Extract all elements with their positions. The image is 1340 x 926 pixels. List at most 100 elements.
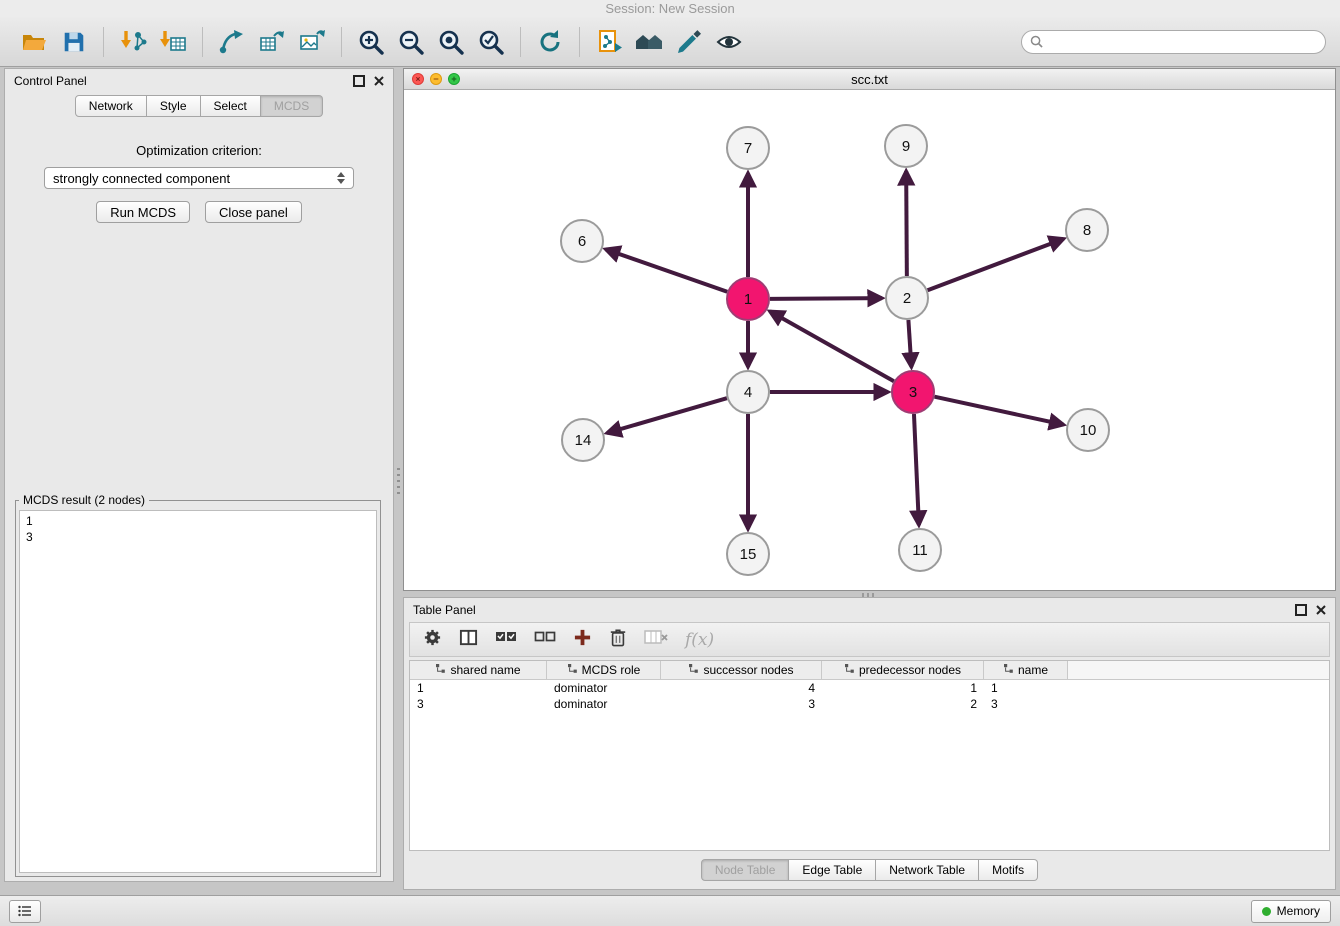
zoom-out-button[interactable] (391, 22, 431, 62)
save-button[interactable] (54, 22, 94, 62)
table-cell-successor-nodes[interactable]: 4 (661, 680, 822, 696)
apply-layout-button[interactable] (530, 22, 570, 62)
share-document-icon (595, 28, 623, 56)
export-table-icon (258, 28, 286, 56)
edge-1-6[interactable] (606, 249, 728, 291)
tab-network[interactable]: Network (75, 95, 147, 117)
optimization-select[interactable]: strongly connected component (44, 167, 354, 189)
close-panel-icon[interactable] (374, 76, 384, 86)
add-row-button[interactable] (573, 628, 592, 652)
tab-select[interactable]: Select (201, 95, 261, 117)
zoom-fit-button[interactable] (431, 22, 471, 62)
show-hide-button[interactable] (709, 22, 749, 62)
table-cell-shared-name[interactable]: 3 (410, 696, 547, 712)
function-builder-button: f(x) (685, 630, 714, 650)
table-cell-name[interactable]: 3 (984, 696, 1068, 712)
zoom-window-button[interactable] (448, 73, 460, 85)
float-table-panel-icon[interactable] (1295, 604, 1307, 616)
node-11[interactable]: 11 (899, 529, 941, 571)
edge-3-11[interactable] (914, 414, 919, 525)
table-cell-predecessor-nodes[interactable]: 2 (822, 696, 984, 712)
node-7[interactable]: 7 (727, 127, 769, 169)
table-settings-button[interactable] (423, 628, 442, 652)
delete-row-button[interactable] (609, 627, 627, 653)
table-cell-predecessor-nodes[interactable]: 1 (822, 680, 984, 696)
node-10[interactable]: 10 (1067, 409, 1109, 451)
tab-motifs[interactable]: Motifs (979, 859, 1038, 881)
edge-4-14[interactable] (607, 398, 727, 433)
plus-icon (573, 628, 592, 647)
select-all-icon (495, 630, 517, 644)
zoom-selected-button[interactable] (471, 22, 511, 62)
svg-text:15: 15 (740, 546, 757, 563)
share-document-button[interactable] (589, 22, 629, 62)
table-row[interactable]: 3dominator323 (410, 696, 1329, 712)
tab-edge-table[interactable]: Edge Table (789, 859, 876, 881)
edge-3-1[interactable] (770, 311, 894, 381)
column-header-predecessor-nodes[interactable]: predecessor nodes (822, 661, 984, 679)
node-6[interactable]: 6 (561, 220, 603, 262)
minimize-window-button[interactable] (430, 73, 442, 85)
svg-text:11: 11 (912, 542, 928, 559)
tab-network-table[interactable]: Network Table (876, 859, 979, 881)
edge-2-8[interactable] (928, 239, 1064, 290)
table-cell-successor-nodes[interactable]: 3 (661, 696, 822, 712)
column-header-shared-name[interactable]: shared name (410, 661, 547, 679)
show-columns-button[interactable] (459, 628, 478, 652)
export-image-button[interactable] (292, 22, 332, 62)
table-row[interactable]: 1dominator411 (410, 680, 1329, 696)
node-2[interactable]: 2 (886, 277, 928, 319)
network-home-button[interactable] (629, 22, 669, 62)
node-9[interactable]: 9 (885, 125, 927, 167)
table-body: 1dominator4113dominator323 (410, 680, 1329, 712)
tab-style[interactable]: Style (147, 95, 201, 117)
edge-3-10[interactable] (934, 397, 1063, 425)
import-network-button[interactable] (113, 22, 153, 62)
column-header-mcds-role[interactable]: MCDS role (547, 661, 661, 679)
table-cell-mcds-role[interactable]: dominator (547, 680, 661, 696)
close-window-button[interactable] (412, 73, 424, 85)
table-panel-header: Table Panel (404, 598, 1335, 622)
open-file-button[interactable] (14, 22, 54, 62)
manage-styles-button[interactable] (669, 22, 709, 62)
select-all-button[interactable] (495, 630, 517, 649)
toolbar-separator (202, 27, 203, 57)
edge-2-9[interactable] (906, 171, 907, 276)
column-sort-icon (435, 663, 446, 677)
node-8[interactable]: 8 (1066, 209, 1108, 251)
unselect-all-button[interactable] (534, 630, 556, 649)
node-15[interactable]: 15 (727, 533, 769, 575)
tab-node-table[interactable]: Node Table (701, 859, 790, 881)
node-1[interactable]: 1 (727, 278, 769, 320)
column-header-name[interactable]: name (984, 661, 1068, 679)
svg-text:3: 3 (909, 384, 917, 401)
memory-button[interactable]: Memory (1251, 900, 1331, 923)
search-input[interactable] (1048, 33, 1317, 50)
zoom-in-button[interactable] (351, 22, 391, 62)
table-panel: Table Panel (403, 597, 1336, 890)
table-cell-name[interactable]: 1 (984, 680, 1068, 696)
table-cell-shared-name[interactable]: 1 (410, 680, 547, 696)
import-table-button[interactable] (153, 22, 193, 62)
tab-mcds[interactable]: MCDS (261, 95, 323, 117)
vertical-splitter[interactable] (394, 68, 403, 882)
table-cell-mcds-role[interactable]: dominator (547, 696, 661, 712)
network-graph[interactable]: 7 9 6 8 1 2 4 3 14 10 15 11 (404, 90, 1335, 590)
task-history-button[interactable] (9, 900, 41, 923)
workspace: Control Panel NetworkStyleSelectMCDS Opt… (0, 67, 1340, 895)
close-panel-button[interactable]: Close panel (205, 201, 302, 223)
run-mcds-button[interactable]: Run MCDS (96, 201, 190, 223)
export-table-button[interactable] (252, 22, 292, 62)
close-table-panel-icon[interactable] (1316, 605, 1326, 615)
edge-1-2[interactable] (770, 298, 882, 299)
float-panel-icon[interactable] (353, 75, 365, 87)
node-3[interactable]: 3 (892, 371, 934, 413)
edge-2-3[interactable] (908, 320, 911, 367)
node-4[interactable]: 4 (727, 371, 769, 413)
new-network-from-selection-button[interactable] (212, 22, 252, 62)
network-canvas[interactable]: 7 9 6 8 1 2 4 3 14 10 15 11 (404, 90, 1335, 590)
column-header-successor-nodes[interactable]: successor nodes (661, 661, 822, 679)
search-box[interactable] (1021, 30, 1326, 54)
control-panel-title: Control Panel (14, 74, 87, 88)
node-14[interactable]: 14 (562, 419, 604, 461)
